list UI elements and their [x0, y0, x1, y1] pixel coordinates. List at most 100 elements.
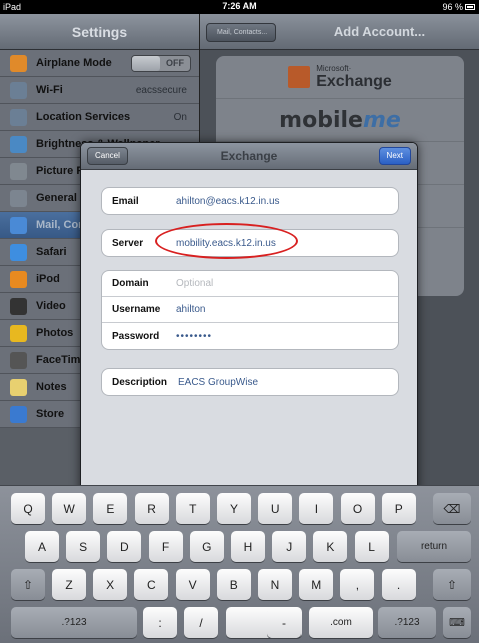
safari-icon	[10, 243, 27, 261]
dialog-title: Exchange	[220, 149, 278, 163]
settings-item-label: Store	[36, 408, 65, 420]
settings-item-label: Airplane Mode	[36, 57, 112, 69]
key-h[interactable]: H	[231, 531, 265, 562]
facetime-icon	[10, 351, 27, 369]
microsoft-label: Microsoft·	[316, 63, 352, 73]
brightness-icon	[10, 135, 27, 153]
settings-item-label: Location Services	[36, 111, 131, 123]
key-q[interactable]: Q	[11, 493, 45, 524]
key-e[interactable]: E	[93, 493, 128, 524]
key-char[interactable]: C	[134, 569, 169, 600]
key-char[interactable]: Z	[52, 569, 86, 600]
key-p[interactable]: P	[381, 493, 416, 524]
delete-key[interactable]: ⌫	[433, 493, 471, 524]
settings-item-label: Safari	[36, 246, 67, 258]
key-s[interactable]: S	[66, 531, 101, 562]
cancel-button[interactable]: Cancel	[87, 147, 128, 165]
key-char[interactable]: V	[175, 569, 210, 600]
settings-title: Settings	[0, 14, 199, 50]
highlight-circle	[155, 223, 298, 259]
settings-item-value: On	[173, 111, 187, 123]
key-char[interactable]: B	[216, 569, 251, 600]
add-account-navbar: Mail, Contacts... Add Account...	[200, 14, 479, 50]
battery-icon	[465, 4, 475, 10]
add-account-title: Add Account...	[333, 24, 426, 39]
keyboard-hide-key[interactable]: ⌨	[443, 607, 471, 638]
credentials-group: Domain Optional Username ahilton Passwor…	[101, 270, 399, 350]
password-field[interactable]: Password ••••••••	[102, 323, 398, 349]
mobileme-option[interactable]: mobileme	[216, 99, 464, 142]
description-value: EACS GroupWise	[178, 376, 259, 388]
windows-logo-icon	[288, 66, 311, 88]
numbers-key[interactable]: .?123	[11, 607, 137, 638]
password-label: Password	[112, 330, 160, 342]
email-label: Email	[112, 195, 139, 207]
key-char[interactable]: .	[381, 569, 416, 600]
exchange-option[interactable]: Microsoft· Exchange	[216, 56, 464, 99]
key-f[interactable]: F	[148, 531, 183, 562]
settings-item-label: FaceTime	[36, 354, 87, 366]
key-char[interactable]: N	[258, 569, 292, 600]
key-g[interactable]: G	[189, 531, 224, 562]
description-field[interactable]: Description EACS GroupWise	[102, 369, 398, 395]
next-button[interactable]: Next	[378, 147, 411, 165]
settings-item-label: Wi-Fi	[36, 84, 63, 96]
username-field[interactable]: Username ahilton	[102, 297, 398, 323]
slash-key[interactable]: /	[184, 607, 218, 638]
back-button[interactable]: Mail, Contacts...	[206, 23, 277, 42]
ipod-icon	[10, 270, 27, 288]
key-i[interactable]: I	[299, 493, 334, 524]
domain-label: Domain	[112, 278, 149, 289]
settings-item-label: Photos	[36, 327, 74, 339]
picture-frame-icon	[10, 162, 27, 180]
key-t[interactable]: T	[175, 493, 210, 524]
key-char[interactable]: ,	[340, 569, 375, 600]
settings-item-label: Video	[36, 300, 66, 312]
email-value: ahilton@eacs.k12.in.us	[176, 195, 280, 207]
dash-key[interactable]: -	[267, 607, 301, 638]
key-k[interactable]: K	[313, 531, 348, 562]
dotcom-key[interactable]: .com	[309, 607, 373, 638]
key-char[interactable]: M	[299, 569, 334, 600]
key-d[interactable]: D	[107, 531, 142, 562]
shift-left-key[interactable]: ⇧	[11, 569, 45, 600]
settings-item-label: iPod	[36, 273, 60, 285]
key-u[interactable]: U	[258, 493, 293, 524]
key-j[interactable]: J	[272, 531, 307, 562]
key-r[interactable]: R	[134, 493, 169, 524]
mobileme-logo: mobileme	[279, 107, 401, 133]
shift-right-key[interactable]: ⇧	[433, 569, 471, 600]
battery-percent: 96 %	[442, 2, 463, 12]
username-value: ahilton	[176, 304, 206, 315]
domain-field[interactable]: Domain Optional	[102, 271, 398, 297]
settings-item-label: Notes	[36, 381, 67, 393]
store-icon	[10, 405, 27, 423]
key-w[interactable]: W	[52, 493, 87, 524]
video-icon	[10, 297, 27, 315]
password-value: ••••••••	[176, 330, 213, 342]
key-l[interactable]: L	[354, 531, 389, 562]
key-o[interactable]: O	[340, 493, 375, 524]
email-field[interactable]: Email ahilton@eacs.k12.in.us	[102, 188, 398, 214]
airplane-icon	[10, 54, 27, 72]
airplane-toggle[interactable]: OFF	[131, 55, 191, 72]
numbers-key[interactable]: .?123	[378, 607, 436, 638]
key-char[interactable]: X	[93, 569, 128, 600]
settings-item[interactable]: Airplane Mode OFF	[0, 50, 199, 77]
key-y[interactable]: Y	[217, 493, 251, 524]
domain-placeholder: Optional	[176, 278, 214, 289]
wifi-icon	[10, 81, 27, 99]
email-group: Email ahilton@eacs.k12.in.us	[101, 187, 399, 215]
username-label: Username	[112, 304, 161, 315]
key-a[interactable]: A	[25, 531, 59, 562]
mail-icon	[10, 216, 27, 234]
clock: 7:26 AM	[222, 1, 257, 11]
notes-icon	[10, 378, 27, 396]
settings-item[interactable]: Wi-Fi eacssecure	[0, 77, 199, 104]
keyboard: Q W E R T Y U I O P ⌫ A S D F G H J K Lreturn ⇧ Z X C V B N M,. ⇧ .?1…	[0, 485, 479, 643]
description-group: Description EACS GroupWise	[101, 368, 399, 396]
colon-key[interactable]: :	[143, 607, 177, 638]
settings-item[interactable]: Location Services On	[0, 104, 199, 131]
return-key[interactable]: return	[397, 531, 471, 562]
photos-icon	[10, 324, 27, 342]
